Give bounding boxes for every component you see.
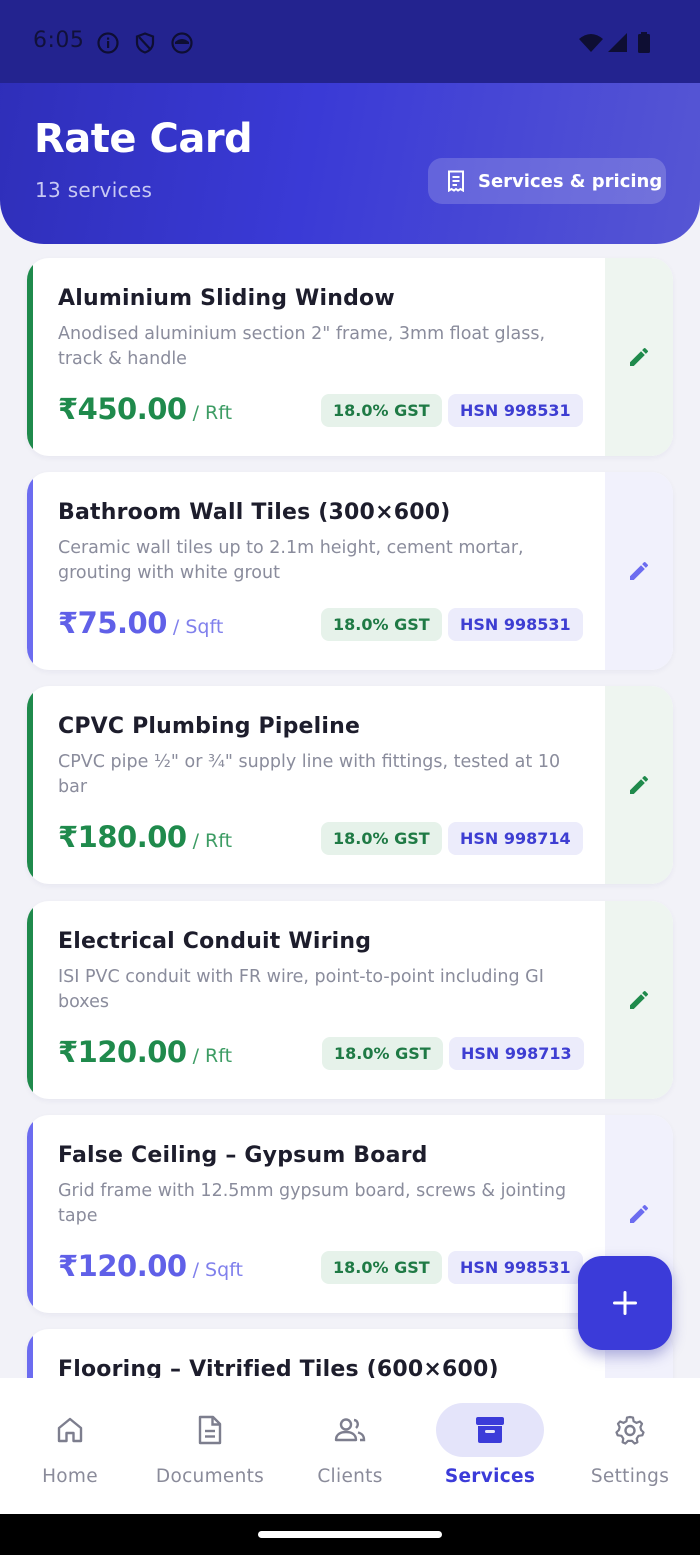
price-amount: ₹120.00	[58, 1249, 187, 1283]
edit-button[interactable]	[605, 472, 673, 670]
price-unit: / Sqft	[172, 616, 224, 638]
service-title: CPVC Plumbing Pipeline	[58, 714, 361, 739]
gst-badge: 18.0% GST	[322, 1037, 443, 1070]
document-icon	[198, 1415, 222, 1445]
accent-bar	[27, 1329, 33, 1378]
edit-icon	[630, 347, 649, 366]
service-price: ₹120.00 / Rft	[58, 1035, 232, 1069]
edit-button[interactable]	[605, 901, 673, 1099]
price-amount: ₹180.00	[58, 820, 187, 854]
price-unit: / Rft	[192, 1045, 233, 1067]
nav-documents-label: Documents	[155, 1466, 265, 1487]
vpn-icon	[171, 32, 193, 54]
clients-icon	[334, 1418, 366, 1442]
service-title: False Ceiling – Gypsum Board	[58, 1143, 428, 1168]
hsn-badge: HSN 998531	[448, 608, 583, 641]
battery-icon	[638, 32, 650, 53]
home-icon	[57, 1417, 83, 1443]
info-icon	[97, 32, 119, 54]
service-price: ₹120.00 / Sqft	[58, 1249, 243, 1283]
service-description: Anodised aluminium section 2" frame, 3mm…	[58, 324, 546, 369]
settings-icon	[615, 1415, 645, 1445]
price-unit: / Rft	[192, 402, 233, 424]
edit-button[interactable]	[605, 686, 673, 884]
add-service-button[interactable]	[578, 1256, 672, 1350]
header: 6:05 Rate Card 13 services Services & pr…	[0, 0, 700, 244]
accent-bar	[27, 901, 33, 1099]
hsn-badge: HSN 998714	[448, 822, 583, 855]
page-title: Rate Card	[34, 116, 253, 162]
service-title: Flooring – Vitrified Tiles (600×600)	[58, 1357, 499, 1378]
nav-clients-label: Clients	[317, 1466, 383, 1487]
edit-icon	[630, 775, 649, 794]
home-gesture-bar[interactable]	[258, 1531, 442, 1538]
price-amount: ₹75.00	[58, 606, 167, 640]
price-amount: ₹450.00	[58, 392, 187, 426]
edit-icon	[630, 1204, 649, 1223]
service-title: Electrical Conduit Wiring	[58, 929, 372, 954]
service-description: Ceramic wall tiles up to 2.1m height, ce…	[58, 538, 524, 583]
gst-badge: 18.0% GST	[321, 608, 442, 641]
nav-settings[interactable]: Settings	[560, 1378, 700, 1514]
receipt-icon	[448, 170, 464, 192]
nav-clients[interactable]: Clients	[280, 1378, 420, 1514]
nav-settings-label: Settings	[590, 1466, 670, 1487]
signal-icon	[608, 33, 627, 52]
services-pricing-button[interactable]: Services & pricing	[428, 158, 666, 204]
edit-icon	[630, 990, 649, 1009]
gesture-area	[0, 1514, 700, 1555]
plus-icon	[613, 1291, 637, 1315]
hsn-badge: HSN 998531	[448, 394, 583, 427]
gst-badge: 18.0% GST	[321, 1251, 442, 1284]
nav-services[interactable]: Services	[420, 1378, 560, 1514]
nav-home[interactable]: Home	[0, 1378, 140, 1514]
service-title: Aluminium Sliding Window	[58, 286, 395, 311]
nav-home-label: Home	[42, 1466, 98, 1487]
rate-card-screen: 6:05 Rate Card 13 services Services & pr…	[0, 0, 700, 1555]
edit-button[interactable]	[605, 258, 673, 456]
service-title: Bathroom Wall Tiles (300×600)	[58, 500, 451, 525]
service-card[interactable]: Bathroom Wall Tiles (300×600) Ceramic wa…	[27, 472, 673, 670]
service-card[interactable]: CPVC Plumbing Pipeline CPVC pipe ½" or ¾…	[27, 686, 673, 884]
service-price: ₹450.00 / Rft	[58, 392, 232, 426]
hsn-badge: HSN 998531	[448, 1251, 583, 1284]
services-count: 13 services	[35, 178, 153, 202]
service-price: ₹75.00 / Sqft	[58, 606, 223, 640]
hsn-badge: HSN 998713	[449, 1037, 584, 1070]
price-unit: / Sqft	[192, 1259, 243, 1281]
wifi-icon	[579, 34, 603, 52]
service-description: ISI PVC conduit with FR wire, point-to-p…	[58, 967, 544, 1012]
accent-bar	[27, 258, 33, 456]
price-amount: ₹120.00	[58, 1035, 187, 1069]
services-list[interactable]: Aluminium Sliding Window Anodised alumin…	[0, 244, 700, 1378]
bottom-navigation: Home Documents Clients Services Settings	[0, 1378, 700, 1514]
services-pricing-label: Services & pricing	[478, 170, 663, 192]
shield-icon	[135, 32, 155, 54]
services-icon	[476, 1417, 504, 1443]
edit-icon	[630, 561, 649, 580]
service-card[interactable]: Aluminium Sliding Window Anodised alumin…	[27, 258, 673, 456]
service-card[interactable]: Electrical Conduit Wiring ISI PVC condui…	[27, 901, 673, 1099]
gst-badge: 18.0% GST	[321, 394, 442, 427]
gst-badge: 18.0% GST	[321, 822, 442, 855]
nav-services-label: Services	[444, 1466, 536, 1487]
status-bar: 6:05	[0, 0, 700, 83]
status-time: 6:05	[33, 28, 85, 53]
service-price: ₹180.00 / Rft	[58, 820, 232, 854]
accent-bar	[27, 686, 33, 884]
price-unit: / Rft	[192, 830, 233, 852]
accent-bar	[27, 472, 33, 670]
service-card[interactable]: Flooring – Vitrified Tiles (600×600)	[27, 1329, 673, 1378]
service-card[interactable]: False Ceiling – Gypsum Board Grid frame …	[27, 1115, 673, 1313]
service-description: Grid frame with 12.5mm gypsum board, scr…	[58, 1181, 567, 1226]
service-description: CPVC pipe ½" or ¾" supply line with fitt…	[58, 752, 561, 797]
nav-documents[interactable]: Documents	[140, 1378, 280, 1514]
accent-bar	[27, 1115, 33, 1313]
